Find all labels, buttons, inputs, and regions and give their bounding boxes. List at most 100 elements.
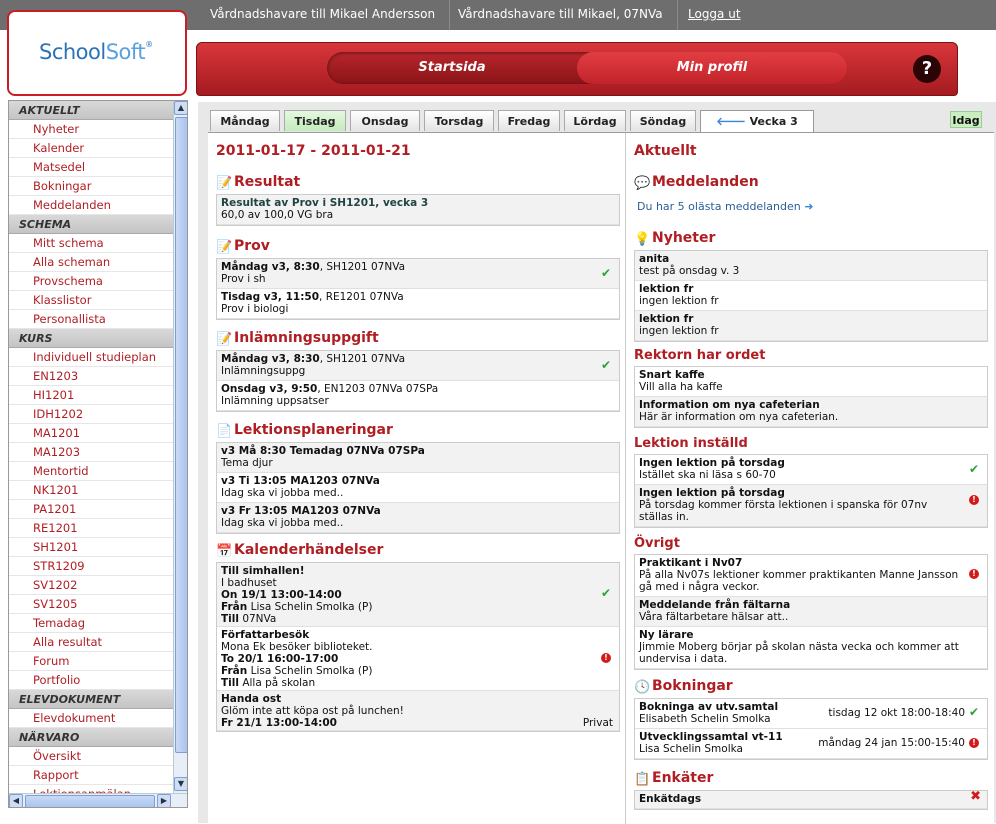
sidebar-item[interactable]: Alla resultat: [9, 633, 173, 652]
list-item[interactable]: Praktikant i Nv07 På alla Nv07s lektioner…: [635, 555, 987, 597]
sidebar-item[interactable]: Rapport: [9, 766, 173, 785]
prev-week-icon[interactable]: 🡐: [716, 115, 746, 128]
help-icon[interactable]: ?: [913, 55, 941, 83]
sidebar-item[interactable]: Alla scheman: [9, 253, 173, 272]
list-item[interactable]: Meddelande från fältarna Våra fältarbetar…: [635, 597, 987, 627]
list-item[interactable]: v3 Ti 13:05 MA1203 07NVa Idag ska vi jobb…: [217, 473, 619, 503]
sidebar-item[interactable]: RE1201: [9, 519, 173, 538]
installd-heading: Lektion inställd: [634, 436, 748, 451]
list-item[interactable]: Måndag v3, 8:30, SH1201 07NVa Inlämningsu…: [217, 351, 619, 381]
warning-icon: !: [601, 653, 611, 663]
list-item[interactable]: Resultat av Prov i SH1201, vecka 3 60,0 a…: [217, 195, 619, 225]
tab-day[interactable]: Söndag: [630, 110, 696, 131]
sidebar-item[interactable]: Meddelanden: [9, 196, 173, 215]
scroll-left-icon[interactable]: ◀: [9, 794, 23, 807]
list-item[interactable]: Enkätdags ✖: [635, 789, 987, 809]
sidebar-item[interactable]: HI1201: [9, 386, 173, 405]
sidebar-horizontal-scrollbar[interactable]: ◀ ▶: [9, 793, 187, 807]
scroll-down-icon[interactable]: ▼: [174, 777, 187, 791]
sidebar-item[interactable]: Elevdokument: [9, 709, 173, 728]
aktuellt-heading: Aktuellt: [634, 143, 697, 159]
sidebar-item[interactable]: Personallista: [9, 310, 173, 329]
kalender-box: Till simhallen! I badhuset On 19/1 13:00-…: [216, 562, 620, 732]
bokningar-heading: 🕓 Bokningar: [634, 678, 733, 695]
sidebar-item[interactable]: IDH1202: [9, 405, 173, 424]
nav-startsida[interactable]: Startsida: [327, 52, 577, 84]
sidebar-item[interactable]: Temadag: [9, 614, 173, 633]
list-item[interactable]: lektion fr ingen lektion fr: [635, 311, 987, 341]
logo-reg: ®: [145, 40, 153, 49]
sidebar-item[interactable]: Bokningar: [9, 177, 173, 196]
tab-day[interactable]: Tisdag: [284, 110, 346, 131]
list-item[interactable]: v3 Må 8:30 Temadag 07NVa 07SPa Tema djur: [217, 443, 619, 473]
list-item[interactable]: Utvecklingssamtal vt-11 Lisa Schelin Smol…: [635, 729, 987, 759]
sidebar-item[interactable]: Nyheter: [9, 120, 173, 139]
warning-icon: !: [969, 569, 979, 579]
checkmark-icon: ✔: [968, 462, 979, 476]
sidebar-item[interactable]: Matsedel: [9, 158, 173, 177]
tab-day[interactable]: Lördag: [564, 110, 626, 131]
scroll-right-icon[interactable]: ▶: [157, 794, 171, 807]
sidebar-item[interactable]: MA1203: [9, 443, 173, 462]
calendar-icon: 📅: [216, 544, 233, 559]
sidebar-item[interactable]: EN1203: [9, 367, 173, 386]
sidebar-item[interactable]: PA1201: [9, 500, 173, 519]
list-item[interactable]: Bokninga av utv.samtal Elisabeth Schelin …: [635, 699, 987, 729]
sidebar-item[interactable]: Översikt: [9, 747, 173, 766]
week-content: 2011-01-17 - 2011-01-21 📝 Resultat Result…: [208, 132, 994, 824]
close-icon: ✖: [970, 789, 981, 804]
sidebar-section-heading: NÄRVARO: [9, 728, 173, 747]
list-item[interactable]: v3 Fr 13:05 MA1203 07NVa Idag ska vi jobb…: [217, 503, 619, 533]
logo[interactable]: SchoolSoft®: [7, 10, 187, 96]
list-item[interactable]: Till simhallen! I badhuset On 19/1 13:00-…: [217, 563, 619, 627]
scroll-up-icon[interactable]: ▲: [174, 101, 187, 115]
list-item[interactable]: Ingen lektion på torsdag Istället ska ni …: [635, 455, 987, 485]
prov-heading: 📝 Prov: [216, 238, 270, 255]
installd-box: Ingen lektion på torsdag Istället ska ni …: [634, 454, 988, 528]
inlamning-box: Måndag v3, 8:30, SH1201 07NVa Inlämningsu…: [216, 350, 620, 412]
clock-icon: 🕓: [634, 680, 651, 695]
sidebar-item[interactable]: Mentortid: [9, 462, 173, 481]
list-item[interactable]: Författarbesök Mona Ek besöker biblioteke…: [217, 627, 619, 691]
list-item[interactable]: Ingen lektion på torsdag På torsdag komme…: [635, 485, 987, 527]
list-item[interactable]: Onsdag v3, 9:50, EN1203 07NVa 07SPa Inläm…: [217, 381, 619, 411]
sidebar-item[interactable]: NK1201: [9, 481, 173, 500]
hscroll-thumb[interactable]: [25, 795, 155, 807]
sidebar-item[interactable]: Klasslistor: [9, 291, 173, 310]
booking-time: måndag 24 jan 15:00-15:40: [818, 737, 965, 749]
sidebar-vertical-scrollbar[interactable]: ▲ ▼: [173, 101, 187, 793]
nyheter-heading: 💡 Nyheter: [634, 230, 716, 247]
tab-day[interactable]: Måndag: [210, 110, 280, 131]
logout-link[interactable]: Logga ut: [674, 0, 755, 30]
sidebar-item[interactable]: STR1209: [9, 557, 173, 576]
sidebar-list: AKTUELLT Nyheter Kalender Matsedel Bokningar…: [9, 101, 173, 804]
guardian-link-2[interactable]: Vårdnadshavare till Mikael, 07NVa: [444, 0, 678, 30]
sidebar-item[interactable]: Mitt schema: [9, 234, 173, 253]
list-item[interactable]: Handa ost Glöm inte att köpa ost på lunch…: [217, 691, 619, 731]
nav-min-profil[interactable]: Min profil: [577, 52, 847, 84]
sidebar-item[interactable]: Kalender: [9, 139, 173, 158]
sidebar-item[interactable]: Individuell studieplan: [9, 348, 173, 367]
sidebar-item[interactable]: Provschema: [9, 272, 173, 291]
sidebar-item[interactable]: SV1202: [9, 576, 173, 595]
scroll-thumb[interactable]: [175, 117, 187, 753]
list-item[interactable]: Tisdag v3, 11:50, RE1201 07NVa Prov i bio…: [217, 289, 619, 319]
list-item[interactable]: Information om nya cafeterian Här är info…: [635, 397, 987, 427]
list-item[interactable]: Snart kaffe Vill alla ha kaffe: [635, 367, 987, 397]
sidebar-item[interactable]: Portfolio: [9, 671, 173, 690]
sidebar-item[interactable]: SV1205: [9, 595, 173, 614]
today-button[interactable]: Idag: [950, 111, 982, 128]
unread-messages-link[interactable]: Du har 5 olästa meddelanden ➜: [637, 200, 813, 213]
list-item[interactable]: lektion fr ingen lektion fr: [635, 281, 987, 311]
guardian-link-1[interactable]: Vårdnadshavare till Mikael Andersson: [196, 0, 451, 30]
sidebar-item[interactable]: MA1201: [9, 424, 173, 443]
tab-day[interactable]: Fredag: [498, 110, 560, 131]
list-item[interactable]: anita test på onsdag v. 3: [635, 251, 987, 281]
sidebar-item[interactable]: SH1201: [9, 538, 173, 557]
sidebar-section-heading: KURS: [9, 329, 173, 348]
tab-day[interactable]: Torsdag: [424, 110, 494, 131]
list-item[interactable]: Ny lärare Jimmie Moberg börjar på skolan …: [635, 627, 987, 669]
sidebar-item[interactable]: Forum: [9, 652, 173, 671]
tab-day[interactable]: Onsdag: [350, 110, 420, 131]
list-item[interactable]: Måndag v3, 8:30, SH1201 07NVa Prov i sh ✔: [217, 259, 619, 289]
